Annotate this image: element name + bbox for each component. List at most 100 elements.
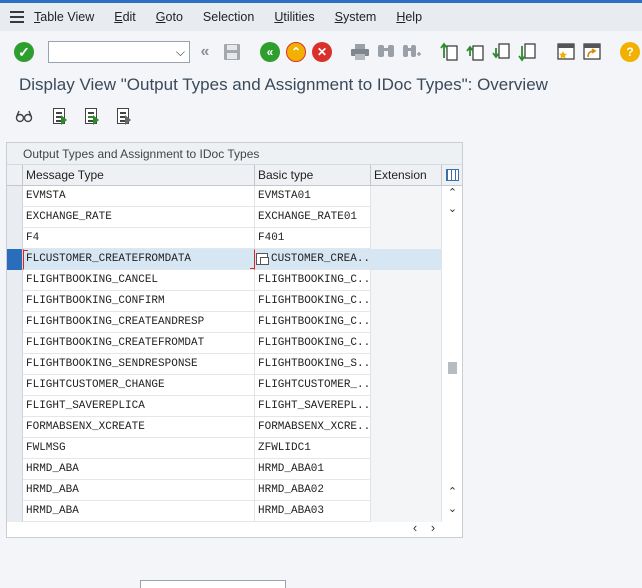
- cell-basic-type[interactable]: FLIGHTBOOKING_C...: [255, 291, 371, 312]
- cell-basic-type[interactable]: FLIGHTCUSTOMER_...: [255, 375, 371, 396]
- cell-message-type[interactable]: FLIGHTBOOKING_CANCEL: [23, 270, 255, 291]
- cell-basic-type[interactable]: EVMSTA01: [255, 186, 371, 207]
- cell-extension[interactable]: [371, 480, 442, 501]
- column-header-extension[interactable]: Extension: [371, 165, 442, 186]
- row-selector[interactable]: [7, 459, 23, 480]
- row-selector[interactable]: [7, 207, 23, 228]
- copy-value-icon[interactable]: [256, 253, 269, 265]
- table-row[interactable]: HRMD_ABA HRMD_ABA02: [7, 480, 442, 501]
- row-selector[interactable]: [7, 396, 23, 417]
- cell-extension[interactable]: [371, 333, 442, 354]
- cell-basic-type[interactable]: ZFWLIDC1: [255, 438, 371, 459]
- row-selector[interactable]: [7, 417, 23, 438]
- menu-item-selection[interactable]: Selection: [203, 10, 254, 24]
- scroll-down-icon[interactable]: ⌄: [444, 502, 461, 516]
- cell-message-type[interactable]: FLIGHT_SAVEREPLICA: [23, 396, 255, 417]
- enter-checkmark-icon[interactable]: ✓: [14, 42, 34, 62]
- first-page-icon[interactable]: [440, 42, 460, 62]
- table-row[interactable]: FLIGHTCUSTOMER_CHANGE FLIGHTCUSTOMER_...: [7, 375, 442, 396]
- page-up-icon[interactable]: ⌃: [444, 485, 461, 499]
- row-selector[interactable]: [7, 186, 23, 207]
- row-selector[interactable]: [7, 438, 23, 459]
- cell-extension[interactable]: [371, 312, 442, 333]
- menu-item-system[interactable]: System: [335, 10, 377, 24]
- cell-message-type[interactable]: FLIGHTCUSTOMER_CHANGE: [23, 375, 255, 396]
- cell-message-type[interactable]: FLIGHTBOOKING_CREATEANDRESP: [23, 312, 255, 333]
- horizontal-scrollbar[interactable]: ‹ ›: [7, 519, 462, 537]
- cell-basic-type[interactable]: FLIGHTBOOKING_S...: [255, 354, 371, 375]
- table-settings-grid-icon[interactable]: [442, 165, 462, 186]
- generate-shortcut-icon[interactable]: [582, 42, 602, 62]
- help-icon[interactable]: ?: [620, 42, 640, 62]
- table-row[interactable]: EXCHANGE_RATE EXCHANGE_RATE01: [7, 207, 442, 228]
- cell-basic-type[interactable]: FLIGHT_SAVEREPL...: [255, 396, 371, 417]
- row-selector[interactable]: [7, 228, 23, 249]
- column-header-message-type[interactable]: Message Type: [23, 165, 255, 186]
- menu-item-help[interactable]: Help: [396, 10, 422, 24]
- cell-basic-type[interactable]: FLIGHTBOOKING_C...: [255, 333, 371, 354]
- cell-basic-type[interactable]: FORMABSENX_XCRE...: [255, 417, 371, 438]
- table-row[interactable]: HRMD_ABA HRMD_ABA01: [7, 459, 442, 480]
- menu-item-edit[interactable]: Edit: [114, 10, 136, 24]
- cell-message-type[interactable]: HRMD_ABA: [23, 480, 255, 501]
- cell-message-type[interactable]: FORMABSENX_XCREATE: [23, 417, 255, 438]
- cell-message-type[interactable]: F4: [23, 228, 255, 249]
- menu-item-utilities[interactable]: Utilities: [274, 10, 314, 24]
- table-row[interactable]: FLIGHT_SAVEREPLICA FLIGHT_SAVEREPL...: [7, 396, 442, 417]
- table-row[interactable]: FLIGHTBOOKING_CONFIRM FLIGHTBOOKING_C...: [7, 291, 442, 312]
- cell-extension[interactable]: [371, 228, 442, 249]
- back-icon[interactable]: «: [260, 42, 280, 62]
- table-row[interactable]: FLIGHTBOOKING_CREATEFROMDAT FLIGHTBOOKING…: [7, 333, 442, 354]
- row-selector[interactable]: [7, 354, 23, 375]
- cell-message-type[interactable]: EVMSTA: [23, 186, 255, 207]
- scrollbar-thumb[interactable]: [448, 362, 457, 374]
- vertical-scrollbar[interactable]: ⌃ ⌄ ⌃ ⌄: [444, 186, 461, 518]
- cell-message-type[interactable]: FLCUSTOMER_CREATEFROMDATA: [23, 249, 255, 270]
- find-icon[interactable]: [376, 42, 396, 62]
- cell-basic-type[interactable]: CUSTOMER_CREA...: [255, 249, 371, 270]
- row-selector[interactable]: [7, 270, 23, 291]
- cell-extension[interactable]: [371, 291, 442, 312]
- select-block-icon[interactable]: [82, 106, 102, 128]
- cell-extension[interactable]: [371, 270, 442, 291]
- command-field[interactable]: ⌵: [48, 41, 190, 63]
- row-selector[interactable]: [7, 375, 23, 396]
- select-all-icon[interactable]: [50, 106, 70, 128]
- scroll-right-icon[interactable]: ›: [426, 521, 440, 535]
- cell-message-type[interactable]: HRMD_ABA: [23, 459, 255, 480]
- table-row[interactable]: FORMABSENX_XCREATE FORMABSENX_XCRE...: [7, 417, 442, 438]
- print-icon[interactable]: [350, 42, 370, 62]
- cell-message-type[interactable]: EXCHANGE_RATE: [23, 207, 255, 228]
- cell-message-type[interactable]: FLIGHTBOOKING_CONFIRM: [23, 291, 255, 312]
- cell-message-type[interactable]: FLIGHTBOOKING_SENDRESPONSE: [23, 354, 255, 375]
- scroll-left-icon[interactable]: ‹: [408, 521, 422, 535]
- cell-basic-type[interactable]: FLIGHTBOOKING_C...: [255, 312, 371, 333]
- table-row[interactable]: FLIGHTBOOKING_CREATEANDRESP FLIGHTBOOKING…: [7, 312, 442, 333]
- cell-basic-type[interactable]: HRMD_ABA02: [255, 480, 371, 501]
- cell-message-type[interactable]: FWLMSG: [23, 438, 255, 459]
- cell-extension[interactable]: [371, 186, 442, 207]
- row-selector[interactable]: [7, 249, 23, 270]
- cell-extension[interactable]: [371, 396, 442, 417]
- cell-basic-type[interactable]: FLIGHTBOOKING_C...: [255, 270, 371, 291]
- cell-basic-type[interactable]: EXCHANGE_RATE01: [255, 207, 371, 228]
- next-page-icon[interactable]: [492, 42, 512, 62]
- menu-item-goto[interactable]: Goto: [156, 10, 183, 24]
- cell-extension[interactable]: [371, 249, 442, 270]
- cell-extension[interactable]: [371, 438, 442, 459]
- create-session-icon[interactable]: [556, 42, 576, 62]
- display-change-glasses-icon[interactable]: [14, 106, 34, 128]
- select-all-rows-header[interactable]: [7, 165, 23, 186]
- chevron-down-icon[interactable]: ⌵: [176, 45, 185, 60]
- cell-extension[interactable]: [371, 207, 442, 228]
- hamburger-menu-icon[interactable]: [10, 11, 24, 23]
- menu-item-table-view[interactable]: Table View: [34, 10, 94, 24]
- table-row[interactable]: FWLMSG ZFWLIDC1: [7, 438, 442, 459]
- scroll-up-icon[interactable]: ⌃: [444, 186, 461, 200]
- collapse-command-field-icon[interactable]: «: [195, 42, 215, 62]
- row-selector[interactable]: [7, 480, 23, 501]
- exit-icon[interactable]: ⌃: [286, 42, 306, 62]
- table-row[interactable]: F4 F401: [7, 228, 442, 249]
- page-down-icon[interactable]: ⌄: [444, 202, 461, 216]
- cell-extension[interactable]: [371, 375, 442, 396]
